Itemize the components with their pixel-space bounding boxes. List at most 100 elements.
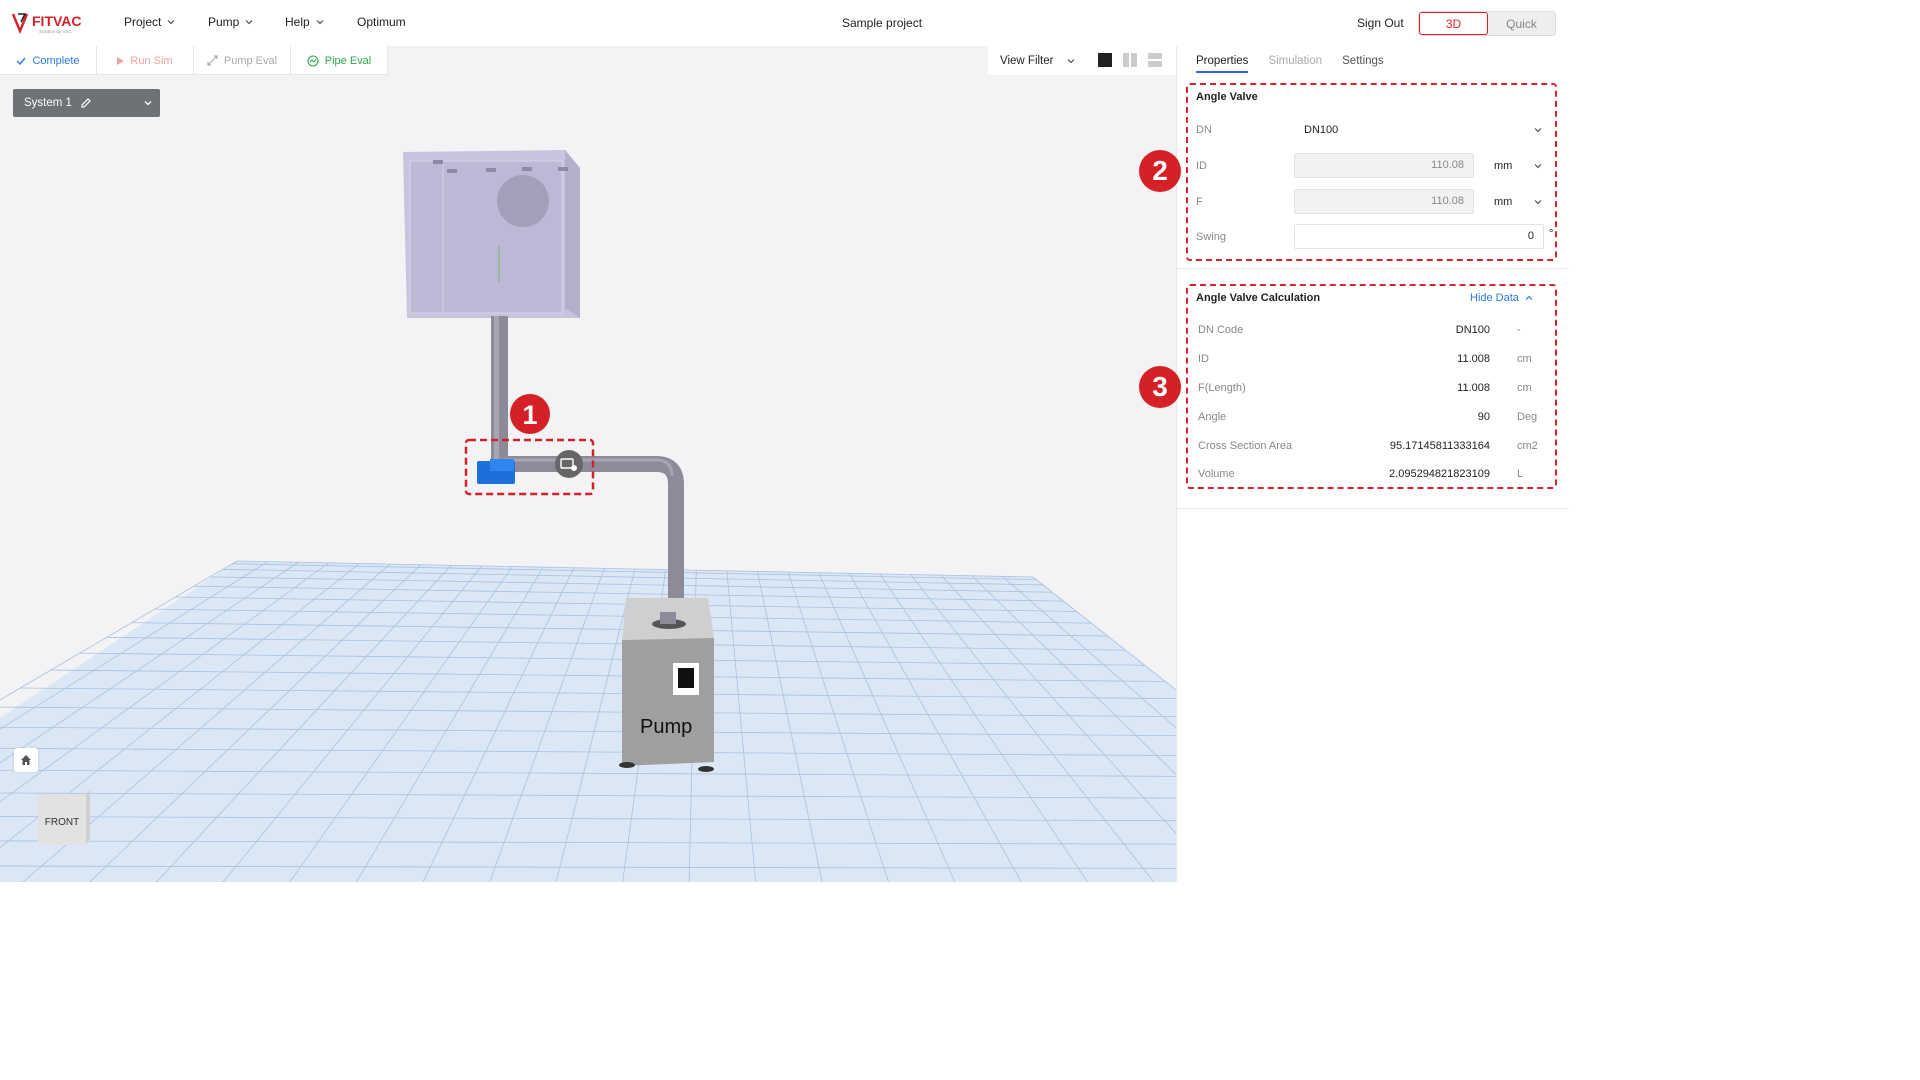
calc-row-label: Volume	[1198, 468, 1235, 480]
calc-row-unit: Deg	[1517, 411, 1538, 423]
complete-button-label: Complete	[32, 54, 80, 67]
play-icon	[117, 56, 125, 65]
run-sim-button[interactable]: Run Sim	[97, 46, 194, 75]
pipe-eval-icon	[307, 54, 319, 67]
menu-help-label: Help	[285, 15, 310, 29]
tab-properties[interactable]: Properties	[1196, 55, 1249, 73]
calc-row-label: ID	[1198, 353, 1209, 365]
run-sim-button-label: Run Sim	[130, 54, 173, 67]
swing-label: Swing	[1196, 231, 1226, 243]
properties-panel: Properties Simulation Settings Angle Val…	[1139, 46, 1569, 882]
complete-button[interactable]: Complete	[0, 46, 97, 75]
swing-unit: °	[1549, 228, 1554, 240]
chevron-down-icon	[167, 20, 175, 25]
system-select-value: System 1	[24, 97, 72, 109]
fitvac-logo[interactable]: FITVAC Solution by VSC	[11, 11, 94, 35]
dn-label: DN	[1196, 124, 1212, 136]
menu-pump[interactable]: Pump	[208, 15, 253, 29]
pump-unit[interactable]: Pump	[619, 598, 714, 772]
scene-canvas[interactable]: Pump 1	[0, 46, 1176, 882]
tab-simulation[interactable]: Simulation	[1268, 55, 1322, 73]
brand-tagline: Solution by VSC	[39, 29, 73, 34]
sign-out-link[interactable]: Sign Out	[1357, 16, 1404, 30]
id-label: ID	[1196, 160, 1207, 172]
id-unit-select[interactable]: mm	[1494, 160, 1512, 172]
split-horizontal-icon[interactable]	[1148, 53, 1162, 67]
check-icon	[16, 57, 26, 65]
pipe-eval-button-label: Pipe Eval	[324, 54, 372, 67]
menu-optimum[interactable]: Optimum	[357, 15, 406, 29]
tank[interactable]	[403, 150, 580, 318]
edit-valve-icon[interactable]	[555, 450, 583, 478]
system-select[interactable]: System 1	[13, 89, 160, 117]
view-3d-button[interactable]: 3D	[1419, 12, 1488, 35]
pump-eval-button[interactable]: Pump Eval	[194, 46, 291, 75]
calc-row-unit: cm	[1517, 353, 1532, 365]
id-field[interactable]: 110.08	[1294, 153, 1474, 178]
chevron-down-icon	[1068, 58, 1075, 63]
calc-row-value: 11.008	[1457, 353, 1490, 365]
action-toolbar: Complete Run Sim Pump Eval Pipe Eval	[0, 46, 388, 75]
pencil-icon[interactable]	[80, 97, 92, 109]
menu-project-label: Project	[124, 15, 162, 29]
calc-row-unit: L	[1517, 468, 1524, 480]
project-title: Sample project	[842, 16, 923, 30]
pump-eval-button-label: Pump Eval	[223, 54, 278, 67]
chevron-down-icon[interactable]	[1534, 163, 1542, 169]
navigation-cube[interactable]: FRONT	[38, 790, 90, 845]
callout-badge-1-label: 1	[522, 400, 537, 430]
chevron-down-icon	[245, 20, 253, 25]
calc-row: F(Length) 11.008 cm	[1198, 382, 1538, 396]
calc-row-unit: -	[1517, 324, 1521, 336]
view-quick-button[interactable]: Quick	[1488, 12, 1555, 35]
3d-viewport[interactable]: Pump 1 Complete Run Sim Pump Eval Pipe E…	[0, 46, 1176, 882]
calc-title: Angle Valve Calculation	[1196, 292, 1321, 304]
callout-badge-2: 2	[1139, 150, 1181, 192]
nav-cube-front-label: FRONT	[45, 817, 79, 828]
calc-row-label: Angle	[1198, 411, 1227, 423]
chevron-down-icon[interactable]	[1534, 127, 1542, 133]
f-label: F	[1196, 196, 1203, 208]
tab-settings[interactable]: Settings	[1342, 55, 1384, 73]
calc-row-label: DN Code	[1198, 324, 1244, 336]
calc-row-value: 95.17145811333164	[1389, 440, 1490, 452]
top-bar: FITVAC Solution by VSC Project Pump Help…	[0, 0, 1568, 46]
callout-badge-1: 1	[510, 394, 550, 434]
menu-help[interactable]: Help	[285, 15, 324, 29]
calc-row-label: Cross Section Area	[1198, 440, 1293, 452]
menu-optimum-label: Optimum	[357, 15, 406, 29]
calc-row-unit: cm2	[1517, 440, 1538, 452]
calc-row-unit: cm	[1517, 382, 1532, 394]
section-divider	[1177, 508, 1569, 509]
split-vertical-icon[interactable]	[1123, 53, 1137, 67]
view-filter-dropdown[interactable]: View Filter	[988, 46, 1176, 75]
angle-valve[interactable]	[477, 459, 515, 484]
f-unit-select[interactable]: mm	[1494, 196, 1512, 208]
calc-row-label: F(Length)	[1198, 382, 1246, 394]
calc-row: Angle 90 Deg	[1198, 411, 1538, 425]
calc-row: Volume 2.095294821823109 L	[1198, 468, 1538, 482]
pump-eval-icon	[207, 55, 218, 66]
chevron-up-icon	[1525, 295, 1533, 300]
calc-row: ID 11.008 cm	[1198, 353, 1538, 367]
chevron-down-icon	[316, 20, 324, 25]
pipe-eval-button[interactable]: Pipe Eval	[291, 46, 388, 75]
chevron-down-icon	[144, 101, 152, 106]
dn-select-value[interactable]: DN100	[1304, 124, 1338, 136]
single-view-icon[interactable]	[1098, 53, 1112, 67]
calc-row: Cross Section Area 95.17145811333164 cm2	[1198, 440, 1538, 454]
calc-row: DN Code DN100 -	[1198, 324, 1538, 338]
view-mode-toggle: 3D Quick	[1418, 11, 1556, 36]
f-field[interactable]: 110.08	[1294, 189, 1474, 214]
calc-row-value: 90	[1477, 411, 1490, 423]
menu-pump-label: Pump	[208, 15, 240, 29]
calc-row-value: DN100	[1455, 324, 1490, 336]
view-filter-label: View Filter	[1000, 54, 1054, 67]
chevron-down-icon[interactable]	[1534, 199, 1542, 205]
hide-data-toggle[interactable]: Hide Data	[1470, 292, 1533, 304]
home-icon	[21, 755, 31, 765]
home-view-button[interactable]	[14, 748, 38, 772]
menu-project[interactable]: Project	[124, 15, 175, 29]
swing-field[interactable]: 0	[1294, 224, 1544, 249]
hide-data-label: Hide Data	[1470, 292, 1519, 304]
